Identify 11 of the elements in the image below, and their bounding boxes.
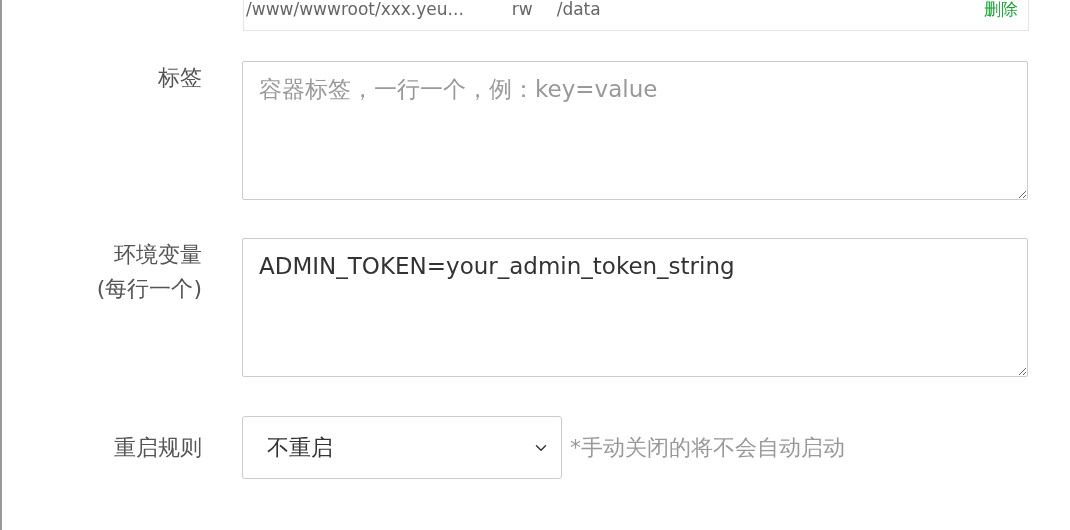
mount-mode: rw [511,0,533,18]
env-textarea[interactable]: ADMIN_TOKEN=your_admin_token_string [242,238,1028,377]
hint-text: *手动关闭的将不会自动启动 [570,434,845,462]
field-label: 重启规则 [113,433,202,462]
labels-textarea[interactable]: 容器标签，一行一个，例：key=value [242,61,1028,200]
field-label: 标签 [157,64,202,92]
restart-select[interactable]: 不重启 [242,416,562,479]
field-note: (每行一个) [95,275,202,303]
host-path: /www/wwwroot/xxx.yeu... [246,0,464,18]
container-path: /data [556,0,601,18]
field-label: 环境变量 [113,241,202,269]
